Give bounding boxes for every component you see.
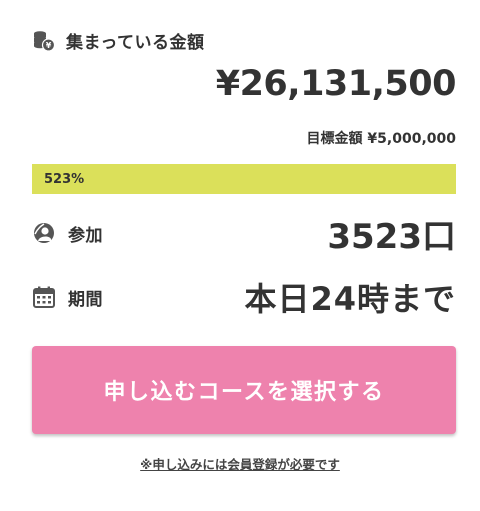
participants-count: 3523口 xyxy=(327,216,456,257)
svg-text:¥: ¥ xyxy=(46,41,52,50)
participants-row: 参加 3523口 xyxy=(32,210,456,257)
project-funding-panel: ¥ 集まっている金額 ¥26,131,500 目標金額 ¥5,000,000 5… xyxy=(0,0,480,511)
period-row: 期間 本日24時まで xyxy=(32,274,456,320)
participants-label: 参加 xyxy=(68,225,103,246)
progress-fill: 523% xyxy=(32,164,456,194)
raised-header: ¥ 集まっている金額 xyxy=(32,28,204,53)
coin-stack-icon: ¥ xyxy=(32,29,56,53)
period-value: 本日24時まで xyxy=(244,280,456,318)
select-course-button[interactable]: 申し込むコースを選択する xyxy=(32,346,456,434)
person-circle-icon xyxy=(32,221,56,245)
raised-amount: ¥26,131,500 xyxy=(215,64,457,104)
goal-amount: 目標金額 ¥5,000,000 xyxy=(306,131,456,147)
period-label: 期間 xyxy=(68,289,103,310)
funding-progress-bar: 523% xyxy=(32,164,456,194)
registration-note: ※申し込みには会員登録が必要です xyxy=(0,454,480,473)
progress-percent: 523% xyxy=(44,171,85,187)
registration-note-link[interactable]: ※申し込みには会員登録が必要です xyxy=(140,457,340,472)
calendar-icon xyxy=(32,285,56,309)
raised-label: 集まっている金額 xyxy=(66,33,205,53)
